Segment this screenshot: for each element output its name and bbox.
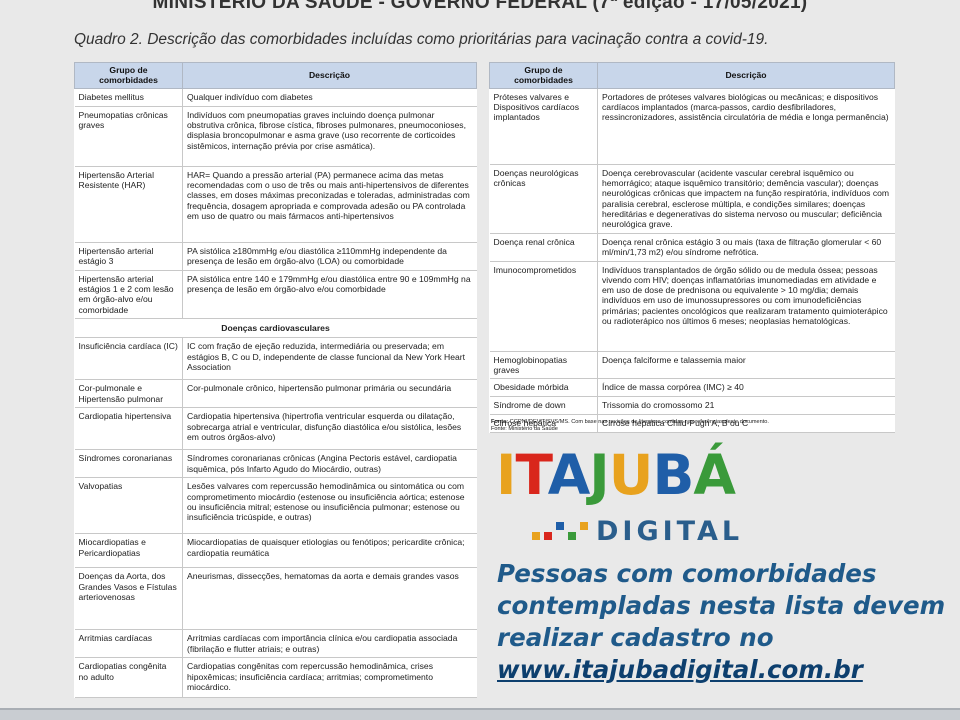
table-row: Doenças da Aorta, dos Grandes Vasos e Fí… [74,567,477,631]
comorbidity-group-cell: Miocardiopatias e Pericardiopatias [74,533,183,569]
comorbidity-description-cell: Miocardiopatias de quaisquer etiologias … [182,533,477,569]
table-row: Próteses valvares e Dispositivos cardíac… [489,87,895,165]
source-line-2: Fonte: Ministério da Saúde [491,425,558,432]
column-header-group: Grupo de comorbidades [74,62,183,89]
table-row: Doença renal crônica Doença renal crônica… [489,232,895,262]
comorbidity-group-cell: Próteses valvares e Dispositivos cardíac… [489,87,598,165]
comorbidity-group-cell: Hipertensão arterial estágios 1 e 2 com … [74,269,183,319]
comorbidity-group-cell: Hemoglobinopatias graves [489,350,598,380]
comorbidity-description-cell: Arritmias cardíacas com importância clín… [182,629,477,659]
comorbidity-group-cell: Síndrome de down [489,396,598,416]
comorbidity-description-cell: Aneurismas, dissecções, hematomas da aor… [182,567,477,631]
section-row: Doenças cardiovasculares [74,317,477,339]
registration-link[interactable]: www.itajubadigital.com.br [497,654,947,686]
comorbidity-group-cell: Cor-pulmonale e Hipertensão pulmonar [74,379,183,409]
table-row: Cardiopatias congênita no adulto Cardiopa… [74,657,477,699]
logo-wordmark: ITAJUBÁ [496,448,736,503]
table-row: Cor-pulmonale e Hipertensão pulmonar Cor-… [74,379,477,409]
logo-letter: J [589,443,609,507]
comorbidity-group-cell: Doença renal crônica [489,232,598,262]
comorbidity-description-cell: Cardiopatias congênitas com repercussão … [182,657,477,699]
comorbidity-description-cell: IC com fração de ejeção reduzida, interm… [182,337,477,381]
logo-letter: U [608,443,654,507]
table-row: Obesidade mórbida Índice de massa corpóre… [489,378,895,398]
table-row: Arritmias cardíacas Arritmias cardíacas c… [74,629,477,659]
table-row: Imunocomprometidos Indivíduos transplanta… [489,260,895,352]
comorbidity-description-cell: Indivíduos com pneumopatias graves inclu… [182,105,477,167]
table-row: Miocardiopatias e Pericardiopatias Miocar… [74,533,477,569]
table-row: Cardiopatia hipertensiva Cardiopatia hipe… [74,407,477,451]
comorbidity-description-cell: Síndromes coronarianas crônicas (Angina … [182,449,477,479]
comorbidity-table-right: Grupo de comorbidades Descrição Próteses… [489,62,895,434]
document-top-heading: MINISTÉRIO DA SAÚDE - GOVERNO FEDERAL (7… [152,0,808,13]
comorbidity-group-cell: Arritmias cardíacas [74,629,183,659]
comorbidity-group-cell: Diabetes mellitus [74,87,183,107]
comorbidity-description-cell: Indivíduos transplantados de órgão sólid… [597,260,895,352]
logo-letter: B [652,443,694,507]
footer-bar [0,708,960,720]
table-row: Diabetes mellitus Qualquer indivíduo com … [74,87,477,107]
comorbidity-group-cell: Hipertensão arterial estágio 3 [74,241,183,271]
logo-letter: T [515,443,548,507]
table-row: Hipertensão Arterial Resistente (HAR) HAR… [74,165,477,243]
comorbidity-group-cell: Cardiopatia hipertensiva [74,407,183,451]
comorbidity-description-cell: Portadores de próteses valvares biológic… [597,87,895,165]
table-row: Hipertensão arterial estágio 3 PA sistóli… [74,241,477,271]
logo-dots [532,522,592,542]
comorbidity-description-cell: Índice de massa corpórea (IMC) ≥ 40 [597,378,895,398]
comorbidity-description-cell: Doença cerebrovascular (acidente vascula… [597,163,895,234]
comorbidity-description-cell: HAR= Quando a pressão arterial (PA) perm… [182,165,477,243]
table-caption: Quadro 2. Descrição das comorbidades inc… [74,31,769,48]
message-line-2: contempladas nesta lista devem [497,591,946,620]
comorbidity-group-cell: Insuficiência cardíaca (IC) [74,337,183,381]
comorbidity-group-cell: Doenças da Aorta, dos Grandes Vasos e Fí… [74,567,183,631]
message-line-1: Pessoas com comorbidades [497,559,877,588]
comorbidity-group-cell: Síndromes coronarianas [74,449,183,479]
comorbidity-group-cell: Hipertensão Arterial Resistente (HAR) [74,165,183,243]
source-text: CGPNI/DEVIT/SVS/MS. Com base nas revisõe… [509,419,769,425]
comorbidity-group-cell: Obesidade mórbida [489,378,598,398]
source-label: Fonte: [491,419,509,425]
source-note: Fonte: CGPNI/DEVIT/SVS/MS. Com base nas … [491,419,895,433]
message-line-3: realizar cadastro no [497,623,774,652]
comorbidity-group-cell: Pneumopatias crônicas graves [74,105,183,167]
column-header-group: Grupo de comorbidades [489,62,598,89]
table-row: Pneumopatias crônicas graves Indivíduos c… [74,105,477,167]
comorbidity-group-cell: Valvopatias [74,477,183,535]
comorbidity-description-cell: Doença falciforme e talassemia maior [597,350,895,380]
comorbidity-group-cell: Imunocomprometidos [489,260,598,352]
table-row: Síndromes coronarianas Síndromes coronari… [74,449,477,479]
comorbidity-description-cell: Trissomia do cromossomo 21 [597,396,895,416]
logo-letter: Á [693,443,736,507]
comorbidity-description-cell: PA sistólica ≥180mmHg e/ou diastólica ≥1… [182,241,477,271]
comorbidity-description-cell: Qualquer indivíduo com diabetes [182,87,477,107]
table-row: Insuficiência cardíaca (IC) IC com fração… [74,337,477,381]
comorbidity-description-cell: Cardiopatia hipertensiva (hipertrofia ve… [182,407,477,451]
column-header-description: Descrição [597,62,895,89]
logo-letter: A [547,443,591,507]
comorbidity-description-cell: Doença renal crônica estágio 3 ou mais (… [597,232,895,262]
table-row: Doenças neurológicas crônicas Doença cere… [489,163,895,234]
table-row: Hemoglobinopatias graves Doença falciform… [489,350,895,380]
comorbidity-description-cell: Lesões valvares com repercussão hemodinâ… [182,477,477,535]
logo-letter: I [496,443,516,507]
comorbidity-description-cell: Cor-pulmonale crônico, hipertensão pulmo… [182,379,477,409]
column-header-description: Descrição [182,62,477,89]
comorbidity-group-cell: Doenças neurológicas crônicas [489,163,598,234]
itajuba-digital-logo: ITAJUBÁ DIGITAL [496,448,746,550]
table-row: Valvopatias Lesões valvares com repercuss… [74,477,477,535]
section-title: Doenças cardiovasculares [74,317,477,339]
registration-message: Pessoas com comorbidades contempladas ne… [497,558,947,686]
comorbidity-group-cell: Cardiopatias congênita no adulto [74,657,183,699]
comorbidity-table-left: Grupo de comorbidades Descrição Diabetes… [74,62,477,699]
comorbidity-description-cell: PA sistólica entre 140 e 179mmHg e/ou di… [182,269,477,319]
table-row: Hipertensão arterial estágios 1 e 2 com … [74,269,477,319]
table-row: Síndrome de down Trissomia do cromossomo … [489,396,895,416]
logo-subtitle: DIGITAL [596,516,744,547]
